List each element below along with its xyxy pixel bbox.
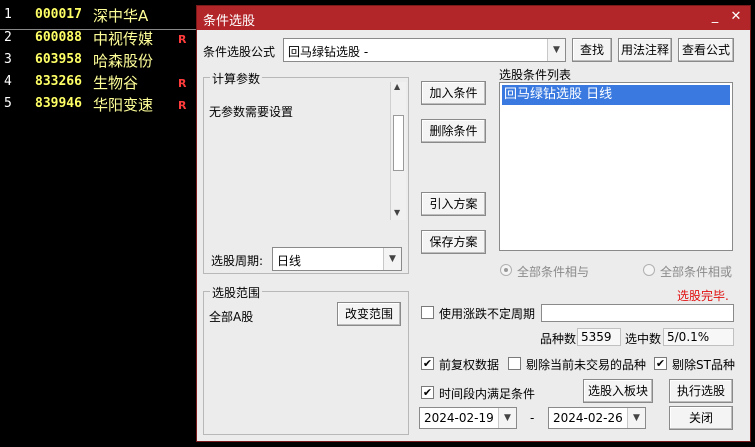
- chevron-down-icon[interactable]: ▼: [627, 408, 645, 428]
- find-button[interactable]: 查找: [572, 38, 612, 62]
- view-formula-button[interactable]: 查看公式: [678, 38, 734, 62]
- row-index: 2: [4, 30, 12, 45]
- period-input[interactable]: [541, 304, 734, 322]
- stock-code: 600088: [35, 30, 82, 45]
- formula-label: 条件选股公式: [203, 45, 276, 59]
- row-index: 1: [4, 7, 12, 22]
- period-satisfy-label: 时间段内满足条件: [439, 387, 536, 401]
- dialog-title: 条件选股: [203, 14, 256, 29]
- condition-list[interactable]: 回马绿钻选股 日线: [499, 82, 733, 251]
- stock-row[interactable]: 4 833266 生物谷 R: [0, 72, 200, 94]
- range-legend: 选股范围: [210, 284, 263, 301]
- row-index: 5: [4, 96, 12, 111]
- period-select[interactable]: 日线 ▼: [272, 247, 402, 271]
- formula-select[interactable]: 回马绿钻选股 - ▼: [283, 38, 566, 62]
- chevron-down-icon[interactable]: ▼: [498, 408, 516, 428]
- count-value: 5359: [577, 328, 621, 346]
- use-period-checkbox[interactable]: [421, 306, 434, 319]
- stock-name: 中视传媒: [93, 30, 154, 48]
- start-date-value: 2024-02-19: [424, 411, 494, 425]
- save-plan-button[interactable]: 保存方案: [421, 230, 486, 254]
- stock-code: 839946: [35, 96, 82, 111]
- stock-row[interactable]: 3 603958 哈森股份: [0, 50, 200, 72]
- range-value: 全部A股: [209, 310, 254, 324]
- scroll-thumb[interactable]: [393, 115, 404, 171]
- period-label: 选股周期:: [211, 254, 264, 268]
- row-index: 4: [4, 74, 12, 89]
- scroll-up-icon[interactable]: ▲: [394, 82, 400, 91]
- no-params-text: 无参数需要设置: [209, 105, 294, 119]
- or-radio[interactable]: [643, 264, 655, 276]
- status-text: 选股完毕.: [677, 289, 729, 303]
- stock-name: 深中华A: [93, 7, 149, 25]
- stock-row[interactable]: 2 600088 中视传媒 R: [0, 28, 200, 50]
- add-condition-button[interactable]: 加入条件: [421, 81, 486, 105]
- row-index: 3: [4, 52, 12, 67]
- close-icon[interactable]: ✕: [728, 9, 744, 25]
- exclude-suspended-checkbox[interactable]: [508, 357, 521, 370]
- selected-label: 选中数: [625, 332, 662, 346]
- period-value: 日线: [277, 254, 302, 268]
- and-radio[interactable]: [500, 264, 512, 276]
- range-group: 选股范围 全部A股 改变范围: [203, 284, 409, 435]
- exclude-st-checkbox[interactable]: ✔: [654, 357, 667, 370]
- and-radio-label: 全部条件相与: [517, 265, 590, 279]
- date-separator: -: [530, 411, 535, 425]
- import-plan-button[interactable]: 引入方案: [421, 192, 486, 216]
- stock-screener-dialog: 条件选股 _ ✕ 条件选股公式 回马绿钻选股 - ▼ 查找 用法注释 查看公式 …: [196, 5, 751, 442]
- adjusted-data-label: 前复权数据: [439, 358, 500, 372]
- margin-flag: R: [178, 99, 187, 112]
- run-screen-button[interactable]: 执行选股: [669, 379, 733, 403]
- or-radio-label: 全部条件相或: [660, 265, 733, 279]
- stock-row[interactable]: 1 000017 深中华A: [0, 5, 200, 30]
- selected-value: 5/0.1%: [663, 328, 734, 346]
- count-label: 品种数: [540, 332, 577, 346]
- chevron-down-icon[interactable]: ▼: [383, 248, 401, 270]
- condition-list-label: 选股条件列表: [499, 68, 572, 82]
- adjusted-data-checkbox[interactable]: ✔: [421, 357, 434, 370]
- condition-list-item[interactable]: 回马绿钻选股 日线: [502, 85, 730, 105]
- stock-code: 833266: [35, 74, 82, 89]
- delete-condition-button[interactable]: 删除条件: [421, 119, 486, 143]
- add-to-block-button[interactable]: 选股入板块: [583, 379, 653, 403]
- chevron-down-icon[interactable]: ▼: [547, 39, 565, 61]
- params-scrollbar[interactable]: ▲ ▼: [390, 82, 406, 220]
- dialog-titlebar[interactable]: 条件选股 _ ✕: [197, 6, 750, 30]
- minimize-icon[interactable]: _: [707, 9, 723, 25]
- period-satisfy-checkbox[interactable]: ✔: [421, 386, 434, 399]
- stock-name: 华阳变速: [93, 96, 154, 114]
- close-button[interactable]: 关闭: [669, 406, 733, 430]
- end-date-value: 2024-02-26: [553, 411, 623, 425]
- use-period-label: 使用涨跌不定周期: [439, 307, 536, 321]
- start-date-picker[interactable]: 2024-02-19 ▼: [419, 407, 517, 429]
- stock-code: 603958: [35, 52, 82, 67]
- exclude-suspended-label: 剔除当前未交易的品种: [526, 358, 647, 372]
- calc-params-legend: 计算参数: [210, 70, 263, 87]
- stock-row[interactable]: 5 839946 华阳变速 R: [0, 94, 200, 116]
- margin-flag: R: [178, 33, 187, 46]
- scroll-down-icon[interactable]: ▼: [394, 208, 400, 217]
- stock-name: 哈森股份: [93, 52, 154, 70]
- end-date-picker[interactable]: 2024-02-26 ▼: [548, 407, 646, 429]
- stock-name: 生物谷: [93, 74, 139, 92]
- change-range-button[interactable]: 改变范围: [337, 302, 401, 326]
- stock-code: 000017: [35, 7, 82, 22]
- exclude-st-label: 剔除ST品种: [672, 358, 735, 372]
- calc-params-group: 计算参数 无参数需要设置 ▲ ▼ 选股周期: 日线 ▼: [203, 70, 409, 274]
- formula-value: 回马绿钻选股 -: [288, 45, 369, 59]
- usage-notes-button[interactable]: 用法注释: [618, 38, 672, 62]
- margin-flag: R: [178, 77, 187, 90]
